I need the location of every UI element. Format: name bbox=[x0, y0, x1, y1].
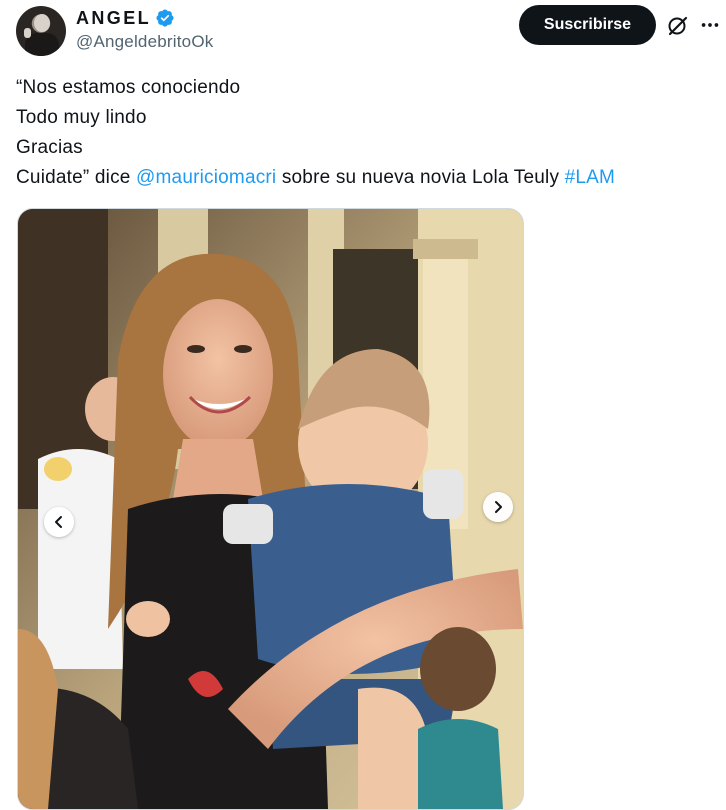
tweet-photo[interactable] bbox=[18, 209, 523, 809]
tweet-line-4-prefix: Cuidate” dice bbox=[16, 167, 137, 188]
tweet-line-4-middle: sobre su nueva novia Lola Teuly bbox=[276, 167, 565, 188]
author-avatar[interactable] bbox=[16, 6, 66, 56]
hashtag-link[interactable]: #LAM bbox=[565, 167, 615, 188]
subscribe-button[interactable]: Suscribirse bbox=[519, 5, 656, 45]
mention-link[interactable]: @mauriciomacri bbox=[136, 167, 276, 188]
author-display-name[interactable]: ANGEL bbox=[76, 7, 151, 29]
tweet-line-4: Cuidate” dice @mauriciomacri sobre su nu… bbox=[16, 163, 716, 193]
chevron-left-icon bbox=[55, 516, 62, 528]
chevron-right-icon bbox=[495, 501, 502, 513]
grok-icon[interactable] bbox=[666, 14, 690, 38]
more-options-icon[interactable] bbox=[699, 14, 721, 36]
author-handle[interactable]: @AngeldebritoOk bbox=[76, 32, 213, 52]
tweet-text: “Nos estamos conociendo Todo muy lindo G… bbox=[16, 73, 716, 193]
verified-badge-icon bbox=[156, 9, 174, 27]
tweet-line-2: Todo muy lindo bbox=[16, 107, 147, 128]
carousel-prev-button[interactable] bbox=[44, 507, 74, 537]
author-info: ANGEL @AngeldebritoOk bbox=[76, 7, 213, 52]
carousel-next-button[interactable] bbox=[483, 492, 513, 522]
tweet-media[interactable] bbox=[17, 208, 524, 810]
author-name-row[interactable]: ANGEL bbox=[76, 7, 213, 29]
tweet-line-1: “Nos estamos conociendo bbox=[16, 77, 241, 98]
avatar-hand bbox=[24, 28, 31, 38]
avatar-head bbox=[34, 14, 50, 32]
tweet-line-3: Gracias bbox=[16, 137, 83, 158]
